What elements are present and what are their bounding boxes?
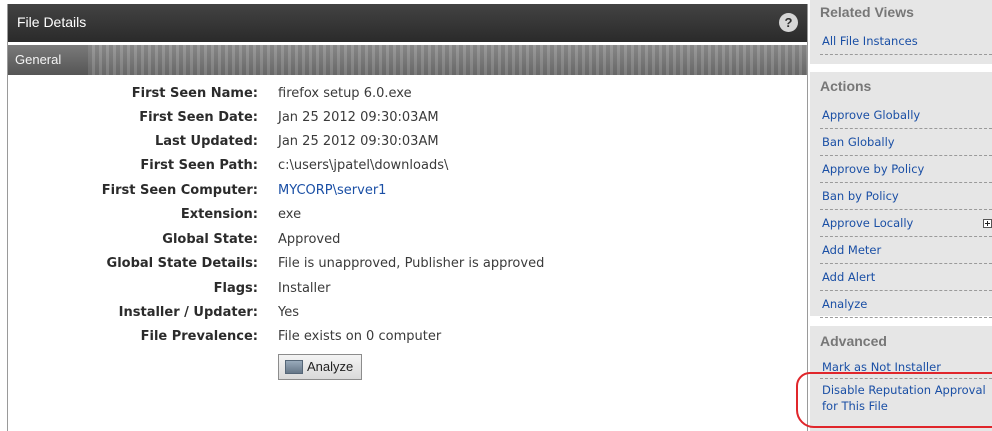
- detail-row-first-seen-path: First Seen Path: c:\users\jpatel\downloa…: [8, 158, 807, 180]
- file-details-panel: File Details ? General First Seen Name: …: [7, 4, 808, 431]
- advanced-title: Advanced: [820, 333, 887, 349]
- detail-value: File is unapproved, Publisher is approve…: [278, 256, 545, 271]
- detail-row-installer-updater: Installer / Updater: Yes: [8, 305, 807, 327]
- detail-label: File Prevalence:: [140, 329, 258, 344]
- detail-row-last-updated: Last Updated: Jan 25 2012 09:30:03AM: [8, 134, 807, 156]
- detail-value: Jan 25 2012 09:30:03AM: [278, 110, 439, 125]
- detail-value: Approved: [278, 232, 341, 247]
- panel-header: File Details ?: [8, 4, 807, 42]
- detail-label: First Seen Path:: [140, 158, 258, 173]
- related-views-list: All File Instances: [820, 28, 992, 55]
- detail-label: Flags:: [213, 281, 258, 296]
- detail-row-global-state: Global State: Approved: [8, 232, 807, 254]
- sidebar-item-ban-globally[interactable]: Ban Globally: [820, 129, 992, 156]
- sidebar-item-add-alert[interactable]: Add Alert: [820, 264, 992, 291]
- panel-title: File Details: [17, 14, 87, 30]
- related-views-title: Related Views: [820, 4, 914, 20]
- actions-section: Actions Approve Globally Ban Globally Ap…: [810, 72, 992, 318]
- actions-title: Actions: [820, 78, 872, 94]
- sidebar-item-approve-globally[interactable]: Approve Globally: [820, 102, 992, 129]
- detail-row-global-state-details: Global State Details: File is unapproved…: [8, 256, 807, 278]
- detail-label: First Seen Date:: [139, 110, 258, 125]
- tab-bar: General: [8, 45, 807, 75]
- detail-value: Installer: [278, 281, 331, 296]
- detail-label: Global State:: [162, 232, 258, 247]
- sidebar-item-label: Approve Locally: [822, 216, 914, 230]
- detail-value: Jan 25 2012 09:30:03AM: [278, 134, 439, 149]
- actions-list: Approve Globally Ban Globally Approve by…: [820, 102, 992, 318]
- detail-value: c:\users\jpatel\downloads\: [278, 158, 449, 173]
- detail-label: Last Updated:: [154, 134, 258, 149]
- related-views-section: Related Views All File Instances: [810, 0, 992, 64]
- detail-value: File exists on 0 computer: [278, 329, 442, 344]
- detail-row-file-prevalence: File Prevalence: File exists on 0 comput…: [8, 329, 807, 351]
- detail-value: Yes: [278, 305, 299, 320]
- detail-value: exe: [278, 207, 302, 222]
- detail-value: firefox setup 6.0.exe: [278, 86, 412, 101]
- detail-row-extension: Extension: exe: [8, 207, 807, 229]
- detail-label: Global State Details:: [106, 256, 258, 271]
- tab-general[interactable]: General: [8, 45, 88, 75]
- computer-link[interactable]: MYCORP\server1: [278, 183, 386, 198]
- detail-label: First Seen Computer:: [101, 183, 258, 198]
- sidebar-item-all-file-instances[interactable]: All File Instances: [820, 28, 992, 55]
- detail-label: Installer / Updater:: [118, 305, 258, 320]
- expand-plus-icon[interactable]: [983, 219, 992, 228]
- detail-row-first-seen-date: First Seen Date: Jan 25 2012 09:30:03AM: [8, 110, 807, 132]
- sidebar: Related Views All File Instances Actions…: [810, 0, 992, 431]
- help-icon[interactable]: ?: [779, 13, 798, 32]
- detail-row-flags: Flags: Installer: [8, 281, 807, 303]
- detail-label: First Seen Name:: [131, 86, 258, 101]
- detail-row-first-seen-computer: First Seen Computer: MYCORP\server1: [8, 183, 807, 205]
- sidebar-item-approve-by-policy[interactable]: Approve by Policy: [820, 156, 992, 183]
- sidebar-item-add-meter[interactable]: Add Meter: [820, 237, 992, 264]
- sidebar-item-approve-locally[interactable]: Approve Locally: [820, 210, 992, 237]
- sidebar-item-ban-by-policy[interactable]: Ban by Policy: [820, 183, 992, 210]
- detail-label: Extension:: [180, 207, 258, 222]
- highlight-annotation: [796, 372, 992, 428]
- analyze-icon: [285, 359, 303, 374]
- analyze-button[interactable]: Analyze: [278, 354, 363, 380]
- detail-row-first-seen-name: First Seen Name: firefox setup 6.0.exe: [8, 86, 807, 108]
- sidebar-item-analyze[interactable]: Analyze: [820, 291, 992, 318]
- analyze-button-label: Analyze: [307, 359, 354, 374]
- tab-general-label: General: [15, 52, 62, 67]
